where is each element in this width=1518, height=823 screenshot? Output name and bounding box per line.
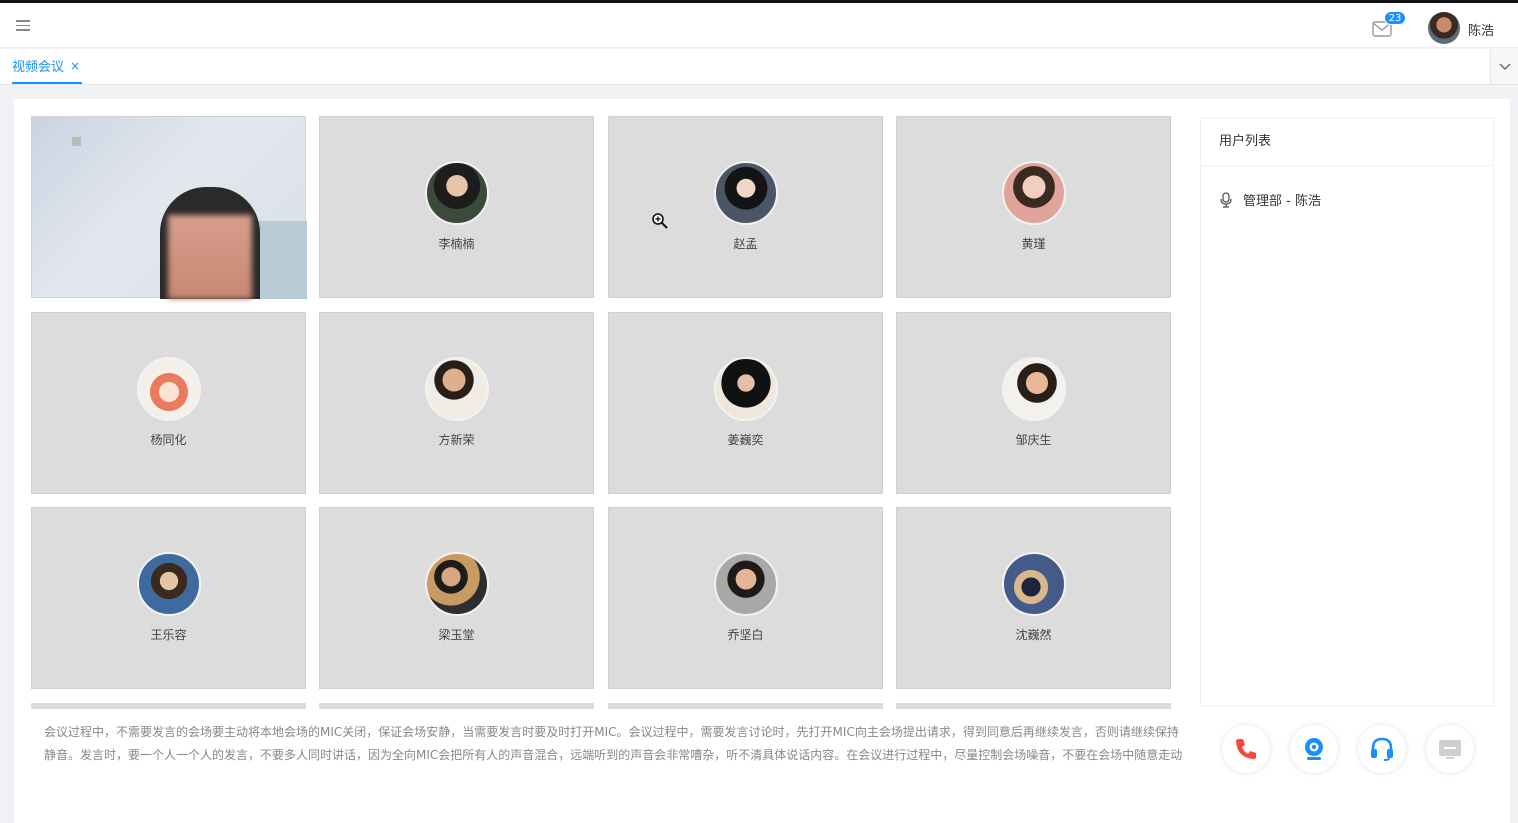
user-list-item[interactable]: 管理部 - 陈浩 — [1219, 190, 1321, 209]
participant-tile[interactable]: 邹庆生 — [896, 312, 1171, 494]
participant-name: 黄瑾 — [1021, 237, 1046, 251]
participant-name: 李楠楠 — [438, 237, 475, 251]
mail-badge: 23 — [1384, 11, 1406, 25]
monitor-icon — [1439, 740, 1461, 759]
participant-avatar — [714, 161, 778, 225]
participant-tile[interactable]: 梁玉堂 — [319, 507, 594, 689]
tab-video-meeting[interactable]: 视频会议 × — [12, 49, 83, 84]
participant-tile[interactable]: 王乐容 — [31, 507, 306, 689]
tab-label: 视频会议 — [12, 60, 65, 75]
participant-avatar — [1002, 357, 1066, 421]
participant-avatar — [137, 552, 201, 616]
participant-name: 乔坚白 — [727, 628, 764, 642]
participant-avatar — [714, 552, 778, 616]
participant-avatar — [1002, 161, 1066, 225]
participant-avatar — [1002, 552, 1066, 616]
participant-tile[interactable]: 李楠楠 — [319, 116, 594, 298]
user-list-item-label: 管理部 - 陈浩 — [1243, 194, 1321, 209]
user-avatar[interactable] — [1428, 12, 1460, 44]
participant-tile[interactable]: 沈巍然 — [896, 507, 1171, 689]
participant-avatar — [425, 552, 489, 616]
participant-tile[interactable]: 方新荣 — [319, 312, 594, 494]
participant-avatar — [425, 161, 489, 225]
participant-name: 杨同化 — [150, 433, 187, 447]
hangup-button[interactable] — [1222, 725, 1270, 773]
participant-name: 王乐容 — [150, 628, 187, 642]
participant-name: 姜巍奕 — [727, 433, 764, 447]
participant-avatar — [425, 357, 489, 421]
participant-tile[interactable]: 黄瑾 — [896, 116, 1171, 298]
user-list-title: 用户列表 — [1201, 118, 1493, 166]
webcam-icon — [1305, 738, 1323, 760]
top-header: 23 陈浩 — [0, 3, 1518, 48]
participant-avatar — [137, 357, 201, 421]
phone-icon — [1236, 739, 1256, 759]
participant-tile[interactable]: 姜巍奕 — [608, 312, 883, 494]
user-list-panel: 用户列表 管理部 - 陈浩 — [1200, 117, 1494, 707]
camera-button[interactable] — [1290, 725, 1338, 773]
headset-icon — [1371, 737, 1393, 761]
participant-tile-partial — [319, 703, 594, 709]
participant-name: 方新荣 — [438, 433, 475, 447]
participant-name: 赵孟 — [733, 237, 758, 251]
header-user-name[interactable]: 陈浩 — [1468, 20, 1494, 39]
participant-name: 邹庆生 — [1015, 433, 1052, 447]
participant-tile[interactable]: 杨同化 — [31, 312, 306, 494]
blurred-face — [168, 215, 252, 299]
participant-tile-partial — [31, 703, 306, 709]
participant-tile[interactable]: 赵孟 — [608, 116, 883, 298]
meeting-main-panel: 李楠楠 赵孟 黄瑾 杨同化 方新荣 姜巍奕 邹庆生 王乐容 梁玉堂 乔坚白 沈巍… — [14, 99, 1510, 823]
participant-tile-partial — [896, 703, 1171, 709]
participant-tile[interactable]: 乔坚白 — [608, 507, 883, 689]
screen-share-button[interactable] — [1426, 725, 1474, 773]
participant-video-tile[interactable] — [31, 116, 307, 299]
tab-close-icon[interactable]: × — [70, 59, 80, 73]
hamburger-menu-icon[interactable] — [16, 17, 30, 33]
zoom-in-cursor-icon — [652, 213, 668, 229]
participant-name: 梁玉堂 — [438, 628, 475, 642]
microphone-icon — [1220, 191, 1232, 208]
tab-dropdown-chevron-down-icon[interactable] — [1490, 49, 1518, 84]
participant-avatar — [714, 357, 778, 421]
participant-tile-partial — [608, 703, 883, 709]
background-object — [72, 137, 81, 146]
meeting-rules-notice: 会议过程中，不需要发言的会场要主动将本地会场的MIC关闭，保证会场安静，当需要发… — [44, 725, 1183, 762]
participant-name: 沈巍然 — [1015, 628, 1052, 642]
tab-bar: 视频会议 × — [0, 49, 1518, 85]
headset-button[interactable] — [1358, 725, 1406, 773]
